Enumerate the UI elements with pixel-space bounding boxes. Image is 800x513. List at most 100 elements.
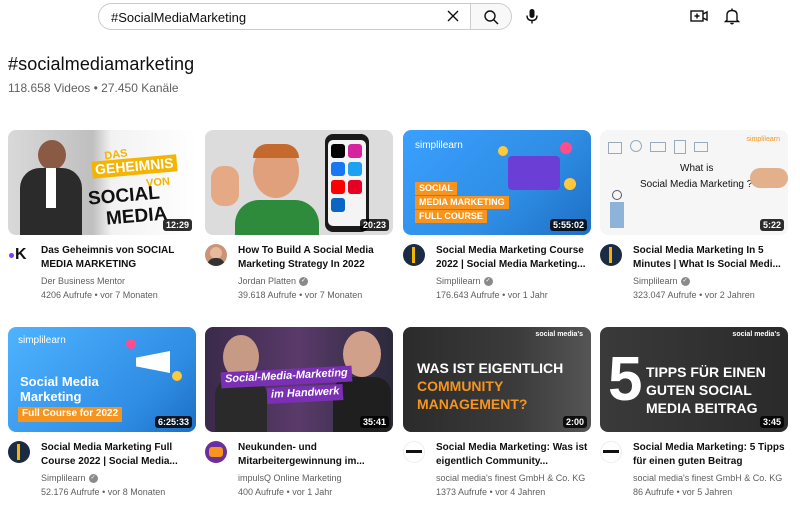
microphone-icon[interactable] — [520, 4, 544, 28]
thumbnail-text: Full Course for 2022 — [18, 407, 123, 422]
avatar-letter: K — [15, 246, 27, 263]
video-meta: 52.176 Aufrufe • vor 8 Monaten — [41, 487, 166, 497]
video-thumbnail[interactable]: DAS GEHEIMNIS VON SOCIAL MEDIA 12:29 — [8, 130, 196, 235]
video-duration: 5:22 — [759, 219, 784, 231]
video-title[interactable]: Social Media Marketing Full Course 2022 … — [41, 441, 193, 469]
channel-name[interactable]: Der Business Mentor — [41, 276, 125, 286]
video-title[interactable]: Social Media Marketing: Was ist eigentli… — [436, 441, 588, 469]
video-title[interactable]: How To Build A Social Media Marketing St… — [238, 244, 390, 272]
video-meta: 86 Aufrufe • vor 5 Jahren — [633, 487, 733, 497]
video-thumbnail[interactable]: simplilearn What is Social Media Marketi… — [600, 130, 788, 235]
brand-logo: simplilearn — [18, 335, 66, 346]
video-thumbnail[interactable]: 20:23 — [205, 130, 393, 235]
video-add-icon[interactable] — [688, 5, 710, 27]
video-title[interactable]: Neukunden- und Mitarbeitergewinnung im..… — [238, 441, 390, 469]
video-meta: 4206 Aufrufe • vor 7 Monaten — [41, 290, 158, 300]
thumbnail-text: WAS IST EIGENTLICH — [417, 360, 564, 376]
brand-logo: social media's — [732, 331, 780, 338]
hashtag-stats: 118.658 Videos • 27.450 Kanäle — [8, 81, 179, 95]
thumbnail-text: MEDIA BEITRAG — [646, 400, 758, 416]
verified-icon: ✓ — [88, 474, 98, 484]
channel-name[interactable]: impulsQ Online Marketing — [238, 473, 342, 483]
search-input[interactable]: #SocialMediaMarketing — [98, 3, 470, 30]
channel-name[interactable]: Simplilearn ✓ — [436, 276, 493, 287]
verified-icon: ✓ — [299, 277, 309, 287]
thumbnail-text: Social Media — [20, 374, 99, 389]
thumbnail-text: 5 — [608, 345, 643, 414]
brand-logo: social media's — [535, 331, 583, 338]
bell-icon[interactable] — [721, 5, 743, 27]
thumbnail-text: FULL COURSE — [415, 210, 487, 224]
channel-name[interactable]: Simplilearn ✓ — [633, 276, 690, 287]
video-card[interactable]: Social-Media-Marketing im Handwerk 35:41… — [205, 327, 393, 503]
video-duration: 3:45 — [759, 416, 784, 428]
channel-avatar[interactable] — [600, 244, 622, 266]
thumbnail-text: Marketing — [20, 389, 82, 404]
video-meta: 323.047 Aufrufe • vor 2 Jahren — [633, 290, 755, 300]
video-card[interactable]: simplilearn Social Media Marketing Full … — [8, 327, 196, 503]
search-icon — [484, 10, 499, 25]
channel-name[interactable]: Jordan Platten ✓ — [238, 276, 309, 287]
verified-icon: ✓ — [483, 277, 493, 287]
channel-avatar[interactable] — [600, 441, 622, 463]
video-card[interactable]: social media's WAS IST EIGENTLICH COMMUN… — [403, 327, 591, 503]
thumbnail-text: GUTEN SOCIAL — [646, 382, 752, 398]
video-thumbnail[interactable]: simplilearn Social Media Marketing Full … — [8, 327, 196, 432]
thumbnail-text: What is — [680, 163, 714, 174]
channel-name[interactable]: social media's finest GmbH & Co. KG — [633, 473, 782, 483]
video-card[interactable]: social media's 5 TIPPS FÜR EINEN GUTEN S… — [600, 327, 788, 503]
thumbnail-text: MEDIA MARKETING — [415, 196, 509, 210]
thumbnail-text: TIPPS FÜR EINEN — [646, 364, 766, 380]
video-meta: 39.618 Aufrufe • vor 7 Monaten — [238, 290, 363, 300]
channel-name[interactable]: social media's finest GmbH & Co. KG — [436, 473, 585, 483]
video-card[interactable]: DAS GEHEIMNIS VON SOCIAL MEDIA 12:29 K D… — [8, 130, 196, 306]
close-icon[interactable] — [444, 7, 462, 25]
channel-avatar[interactable] — [8, 441, 30, 463]
thumbnail-text: SOCIAL — [415, 182, 458, 196]
video-duration: 20:23 — [359, 219, 389, 231]
video-title[interactable]: Social Media Marketing In 5 Minutes | Wh… — [633, 244, 785, 272]
video-card[interactable]: simplilearn What is Social Media Marketi… — [600, 130, 788, 306]
illustration — [498, 142, 578, 200]
video-title[interactable]: Das Geheimnis von SOCIAL MEDIA MARKETING — [41, 244, 193, 272]
megaphone-illustration — [126, 337, 186, 387]
top-bar: #SocialMediaMarketing — [0, 0, 800, 34]
thumbnail-text-block: DAS GEHEIMNIS VON SOCIAL MEDIA — [86, 144, 194, 230]
video-duration: 5:55:02 — [549, 219, 587, 231]
thumbnail-text: COMMUNITY — [417, 378, 504, 394]
person-left — [610, 190, 624, 230]
channel-name[interactable]: Simplilearn ✓ — [41, 473, 98, 484]
brand-logo: simplilearn — [746, 136, 780, 143]
channel-avatar[interactable] — [403, 441, 425, 463]
brand-logo: simplilearn — [415, 140, 463, 151]
person-illustration — [235, 144, 319, 235]
channel-avatar[interactable]: K — [8, 244, 30, 266]
page-title: #socialmediamarketing — [8, 54, 195, 74]
hand-pen-illustration — [750, 168, 788, 188]
doodle-icons — [608, 138, 728, 164]
video-duration: 2:00 — [562, 416, 587, 428]
person-illustration — [16, 140, 86, 235]
video-card[interactable]: simplilearn SOCIAL MEDIA MARKETING FULL … — [403, 130, 591, 306]
video-meta: 400 Aufrufe • vor 1 Jahr — [238, 487, 333, 497]
video-thumbnail[interactable]: social media's 5 TIPPS FÜR EINEN GUTEN S… — [600, 327, 788, 432]
video-title[interactable]: Social Media Marketing: 5 Tipps für eine… — [633, 441, 785, 469]
channel-avatar[interactable] — [403, 244, 425, 266]
thumbnail-text: MANAGEMENT? — [417, 396, 528, 412]
search-button[interactable] — [470, 3, 512, 30]
video-thumbnail[interactable]: simplilearn SOCIAL MEDIA MARKETING FULL … — [403, 130, 591, 235]
video-thumbnail[interactable]: social media's WAS IST EIGENTLICH COMMUN… — [403, 327, 591, 432]
search-query[interactable]: #SocialMediaMarketing — [111, 10, 246, 25]
video-meta: 1373 Aufrufe • vor 4 Jahren — [436, 487, 546, 497]
video-duration: 6:25:33 — [154, 416, 192, 428]
video-card[interactable]: 20:23 How To Build A Social Media Market… — [205, 130, 393, 306]
channel-avatar[interactable] — [205, 244, 227, 266]
channel-avatar[interactable] — [205, 441, 227, 463]
video-thumbnail[interactable]: Social-Media-Marketing im Handwerk 35:41 — [205, 327, 393, 432]
video-duration: 12:29 — [162, 219, 192, 231]
video-duration: 35:41 — [359, 416, 389, 428]
thumbnail-text: Social Media Marketing ? — [640, 179, 753, 190]
video-meta: 176.643 Aufrufe • vor 1 Jahr — [436, 290, 548, 300]
video-title[interactable]: Social Media Marketing Course 2022 | Soc… — [436, 244, 588, 272]
phone-illustration — [325, 134, 369, 232]
